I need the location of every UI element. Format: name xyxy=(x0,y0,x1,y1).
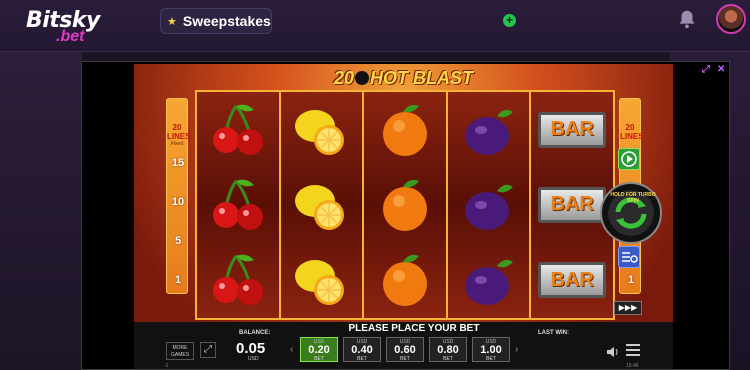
bet-prev-chevron-icon[interactable]: ‹ xyxy=(290,344,293,355)
balance-label: BALANCE: xyxy=(239,330,271,336)
sweepstakes-label: Sweepstakes xyxy=(182,13,271,29)
sweepstakes-button[interactable]: ★ Sweepstakes xyxy=(160,8,272,34)
orange-icon xyxy=(382,179,427,231)
bet-option[interactable]: USD 0.40 BET xyxy=(343,337,381,362)
settings-icon[interactable] xyxy=(618,246,640,268)
orange-icon xyxy=(382,104,427,156)
reel-2 xyxy=(280,92,365,318)
line-number: 1 xyxy=(174,274,182,286)
lines-label: 20 LINES xyxy=(167,123,191,141)
reel-1 xyxy=(197,92,281,318)
page-background-left xyxy=(0,52,82,370)
bar-symbol: BAR xyxy=(538,186,607,223)
lines-label: 20 LINES xyxy=(620,123,644,141)
line-number: 15 xyxy=(171,157,185,169)
lemon-icon xyxy=(295,109,345,155)
lines-fixed-label: Fixed xyxy=(170,141,184,147)
last-win-label: LAST WIN: xyxy=(538,330,569,336)
bet-label: BET xyxy=(400,356,410,362)
turbo-spin-label: HOLD FOR TURBO SPIN xyxy=(610,192,656,204)
bet-value: 0.80 xyxy=(437,344,459,356)
plum-icon xyxy=(464,260,513,306)
line-number: 10 xyxy=(171,196,185,208)
game-frame: ⤢ ✕ 20 HOT BLAST 20 LINES Fixed 15 10 5 1 xyxy=(81,61,730,370)
cherry-icon xyxy=(212,104,263,155)
cherry-icon xyxy=(212,179,263,230)
sound-icon[interactable] xyxy=(606,346,620,358)
fullscreen-icon[interactable]: ⤢ xyxy=(702,64,710,75)
clock-text: 15:46 xyxy=(626,363,639,369)
reel-4 xyxy=(447,92,532,318)
top-navbar: Bitsky .bet ★ Sweepstakes + xyxy=(0,0,750,52)
bet-value: 1.00 xyxy=(480,344,502,356)
add-funds-icon[interactable]: + xyxy=(503,14,516,27)
autoplay-button[interactable]: ▶▶▶ xyxy=(614,301,642,315)
bet-option[interactable]: USD 0.20 BET xyxy=(300,337,338,362)
plum-icon xyxy=(464,109,513,155)
footer-left-text: -1 xyxy=(164,363,169,369)
bet-label: BET xyxy=(314,356,324,362)
orange-icon xyxy=(382,255,427,307)
brand-logo[interactable]: Bitsky .bet xyxy=(18,8,118,48)
game-title: 20 HOT BLAST xyxy=(134,68,673,89)
bar-symbol: BAR xyxy=(538,262,607,299)
lemon-icon xyxy=(295,260,345,306)
bet-label: BET xyxy=(357,356,367,362)
bar-symbol: BAR xyxy=(538,111,607,148)
paylines-panel-left: 20 LINES Fixed 15 10 5 1 xyxy=(166,98,191,294)
bet-option[interactable]: USD 1.00 BET xyxy=(472,337,510,362)
bet-label: BET xyxy=(486,356,496,362)
plum-icon xyxy=(464,184,513,230)
bet-value: 0.40 xyxy=(351,344,373,356)
notifications-bell-icon[interactable] xyxy=(676,8,698,30)
status-message: PLEASE PLACE YOUR BET xyxy=(348,323,480,334)
line-number: 1 xyxy=(627,274,635,286)
close-game-icon[interactable]: ✕ xyxy=(717,64,725,75)
game-title-number: 20 xyxy=(333,68,355,88)
bomb-icon xyxy=(355,71,370,85)
balance-value: 0.05 xyxy=(236,340,266,357)
slot-game: 20 HOT BLAST 20 LINES Fixed 15 10 5 1 BA… xyxy=(134,64,673,369)
cherry-icon xyxy=(212,254,263,306)
game-title-name: HOT BLAST xyxy=(370,68,474,88)
balance-currency: USD xyxy=(248,356,259,362)
menu-icon[interactable] xyxy=(626,344,640,356)
bet-option[interactable]: USD 0.80 BET xyxy=(429,337,467,362)
bet-value: 0.20 xyxy=(308,344,330,356)
spin-button[interactable]: HOLD FOR TURBO SPIN xyxy=(600,182,662,244)
reels-area: BAR BAR BAR xyxy=(195,90,615,320)
reel-3 xyxy=(364,92,448,318)
play-icon[interactable] xyxy=(618,148,640,170)
bet-label: BET xyxy=(443,356,453,362)
bet-value: 0.60 xyxy=(394,344,416,356)
lemon-icon xyxy=(295,184,345,230)
user-avatar[interactable] xyxy=(716,4,746,34)
more-games-button[interactable]: MORE GAMES xyxy=(166,342,194,360)
controls-bar: PLEASE PLACE YOUR BET BALANCE: 0.05 USD … xyxy=(134,322,673,369)
line-number: 5 xyxy=(174,235,182,247)
brand-suffix: .bet xyxy=(56,28,85,45)
bet-option[interactable]: USD 0.60 BET xyxy=(386,337,424,362)
fullscreen-toggle-icon[interactable]: ⤢ xyxy=(200,342,216,358)
bet-next-chevron-icon[interactable]: › xyxy=(515,344,518,355)
star-icon: ★ xyxy=(167,15,177,28)
